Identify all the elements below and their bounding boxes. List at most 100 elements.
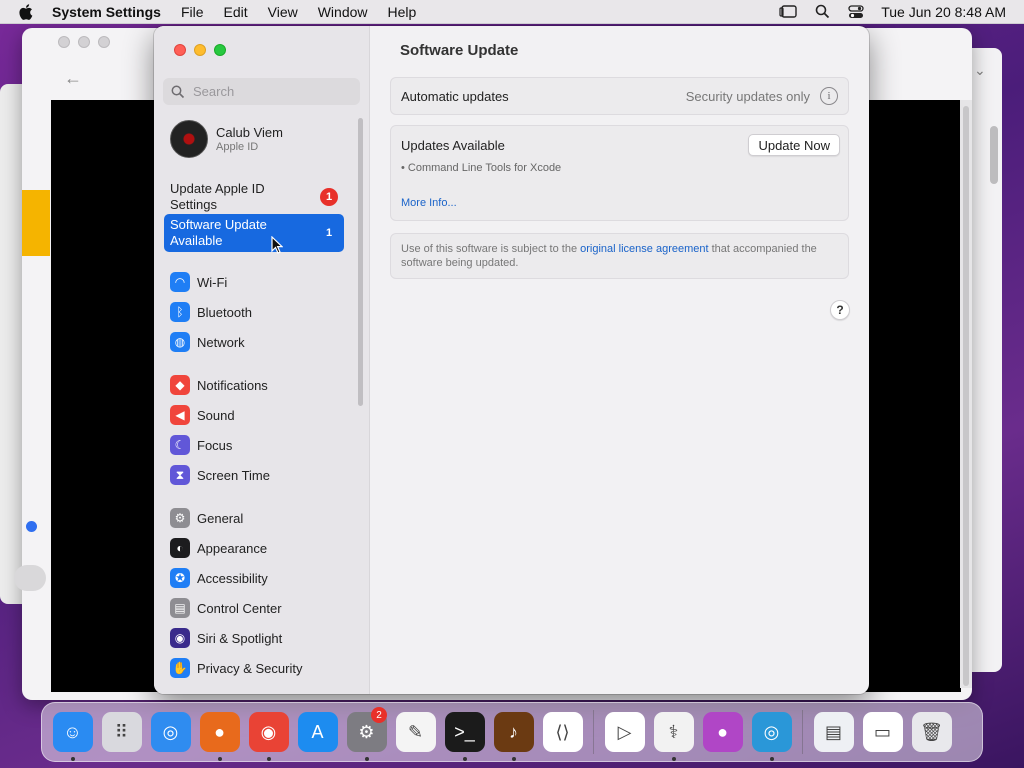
launchpad-icon: ⠿ bbox=[101, 712, 142, 752]
spotlight-search-icon[interactable] bbox=[813, 3, 831, 21]
sidebar-item-sound[interactable]: ◀ Sound bbox=[170, 400, 360, 430]
search-field[interactable]: Search bbox=[163, 78, 360, 105]
update-now-button[interactable]: Update Now bbox=[748, 134, 840, 156]
background-minimize-icon bbox=[78, 36, 90, 48]
accessibility-icon: ✪ bbox=[170, 568, 190, 588]
background-yellow-block bbox=[22, 190, 50, 256]
blue-app-icon: ◎ bbox=[751, 712, 792, 752]
running-indicator bbox=[671, 757, 676, 761]
dock-item[interactable]: >_ bbox=[440, 704, 489, 761]
background-blue-dot bbox=[26, 521, 37, 532]
window-menu[interactable]: Window bbox=[308, 4, 378, 20]
speaker-icon: ◀ bbox=[170, 405, 190, 425]
dock-item[interactable]: 🗑 bbox=[907, 704, 956, 760]
edit-menu[interactable]: Edit bbox=[214, 4, 258, 20]
terminal-icon: >_ bbox=[444, 712, 485, 752]
running-indicator bbox=[462, 757, 467, 761]
traffic-lights bbox=[174, 44, 226, 56]
sidebar: Search Calub Viem Apple ID Update Apple … bbox=[154, 26, 370, 694]
dock-item[interactable]: ● bbox=[698, 704, 747, 760]
running-indicator bbox=[364, 757, 369, 761]
view-menu[interactable]: View bbox=[258, 4, 308, 20]
dock-item[interactable]: ▭ bbox=[858, 704, 907, 760]
dock-item[interactable]: ▤ bbox=[809, 704, 858, 760]
sidebar-item-software-update[interactable]: Software Update Available 1 bbox=[164, 214, 344, 252]
stage-manager-icon[interactable] bbox=[779, 3, 797, 21]
dock-item[interactable]: ☺ bbox=[48, 704, 97, 761]
siri-icon: ◉ bbox=[170, 628, 190, 648]
hand-icon: ✋ bbox=[170, 658, 190, 678]
apple-id-profile[interactable]: Calub Viem Apple ID bbox=[170, 120, 283, 158]
search-icon bbox=[171, 85, 185, 98]
app-menu[interactable]: System Settings bbox=[52, 4, 171, 20]
running-indicator bbox=[217, 757, 222, 761]
background-close-icon bbox=[58, 36, 70, 48]
running-indicator bbox=[511, 757, 516, 761]
minimize-window-button[interactable] bbox=[194, 44, 206, 56]
sidebar-item-wi-fi[interactable]: ◠ Wi-Fi bbox=[170, 267, 360, 297]
apple-menu-icon[interactable] bbox=[0, 3, 52, 20]
sidebar-item-label: Accessibility bbox=[197, 570, 268, 586]
file-menu[interactable]: File bbox=[171, 4, 214, 20]
license-agreement-link[interactable]: original license agreement bbox=[580, 243, 708, 255]
visual-studio-icon: ▷ bbox=[604, 712, 645, 752]
dock-item[interactable]: ◉ bbox=[244, 704, 293, 761]
help-button[interactable]: ? bbox=[830, 300, 850, 320]
sidebar-item-label: Focus bbox=[197, 437, 233, 453]
profile-name: Calub Viem bbox=[216, 125, 283, 140]
appearance-icon: ◐ bbox=[170, 538, 190, 558]
menu-bar-clock[interactable]: Tue Jun 20 8:48 AM bbox=[881, 4, 1006, 20]
sidebar-item-label: Screen Time bbox=[197, 467, 270, 483]
dock-item[interactable]: ◎ bbox=[146, 704, 195, 760]
sidebar-item-privacy-security[interactable]: ✋ Privacy & Security bbox=[170, 653, 360, 683]
sidebar-scrollbar[interactable] bbox=[358, 118, 363, 406]
sidebar-item-siri-spotlight[interactable]: ◉ Siri & Spotlight bbox=[170, 623, 360, 653]
sidebar-item-network[interactable]: ◍ Network bbox=[170, 327, 360, 357]
sidebar-item-appearance[interactable]: ◐ Appearance bbox=[170, 533, 360, 563]
dock-item[interactable]: ⟨⟩ bbox=[538, 704, 587, 760]
dock-item[interactable]: A bbox=[293, 704, 342, 760]
sidebar-item-update-apple-id[interactable]: Update Apple ID Settings 1 bbox=[164, 178, 344, 216]
purple-app-icon: ● bbox=[702, 712, 743, 752]
more-info-link[interactable]: More Info... bbox=[401, 197, 457, 209]
info-icon[interactable]: i bbox=[820, 87, 838, 105]
sidebar-item-label: General bbox=[197, 510, 244, 526]
dock-item[interactable]: ◎ bbox=[747, 704, 796, 761]
content-pane: Software Update Automatic updates Securi… bbox=[371, 26, 869, 694]
license-text-before: Use of this software is subject to the bbox=[401, 243, 581, 255]
control-center-menu-icon[interactable] bbox=[847, 3, 865, 21]
dock-item[interactable]: ✎ bbox=[391, 704, 440, 760]
close-window-button[interactable] bbox=[174, 44, 186, 56]
page-title: Software Update bbox=[400, 42, 519, 59]
globe-icon: ◍ bbox=[170, 332, 190, 352]
running-indicator bbox=[266, 757, 271, 761]
dock-item[interactable]: ⠿ bbox=[97, 704, 146, 760]
sidebar-item-screen-time[interactable]: ⧗ Screen Time bbox=[170, 460, 360, 490]
sidebar-item-label: Bluetooth bbox=[197, 304, 252, 320]
textedit-icon: ✎ bbox=[395, 712, 436, 752]
sidebar-item-accessibility[interactable]: ✪ Accessibility bbox=[170, 563, 360, 593]
updates-available-card: Updates Available • Command Line Tools f… bbox=[390, 125, 849, 221]
dock-item[interactable]: ⚙ 2 bbox=[342, 704, 391, 761]
vscode-icon: ⟨⟩ bbox=[542, 712, 583, 752]
sidebar-item-label: Network bbox=[197, 334, 245, 350]
mouse-pointer-icon bbox=[271, 235, 284, 257]
sidebar-item-label: Update Apple ID Settings bbox=[170, 181, 265, 212]
sidebar-item-bluetooth[interactable]: ᛒ Bluetooth bbox=[170, 297, 360, 327]
dock-item[interactable]: ♪ bbox=[489, 704, 538, 761]
zoom-window-button[interactable] bbox=[214, 44, 226, 56]
sidebar-item-general[interactable]: ⚙ General bbox=[170, 503, 360, 533]
sidebar-item-focus[interactable]: ☾ Focus bbox=[170, 430, 360, 460]
moon-icon: ☾ bbox=[170, 435, 190, 455]
sidebar-item-notifications[interactable]: ◆ Notifications bbox=[170, 370, 360, 400]
dock-item[interactable]: ⚕ bbox=[649, 704, 698, 761]
background-scrollbar bbox=[960, 100, 972, 688]
sidebar-item-control-center[interactable]: ▤ Control Center bbox=[170, 593, 360, 623]
system-settings-window: Search Calub Viem Apple ID Update Apple … bbox=[154, 26, 869, 694]
window-preview-icon: ▭ bbox=[862, 712, 903, 752]
help-menu[interactable]: Help bbox=[378, 4, 427, 20]
dock-item[interactable]: ▷ bbox=[600, 704, 649, 760]
dock-item[interactable]: ● bbox=[195, 704, 244, 761]
chrome-icon: ◉ bbox=[248, 712, 289, 752]
firefox-icon: ● bbox=[199, 712, 240, 752]
